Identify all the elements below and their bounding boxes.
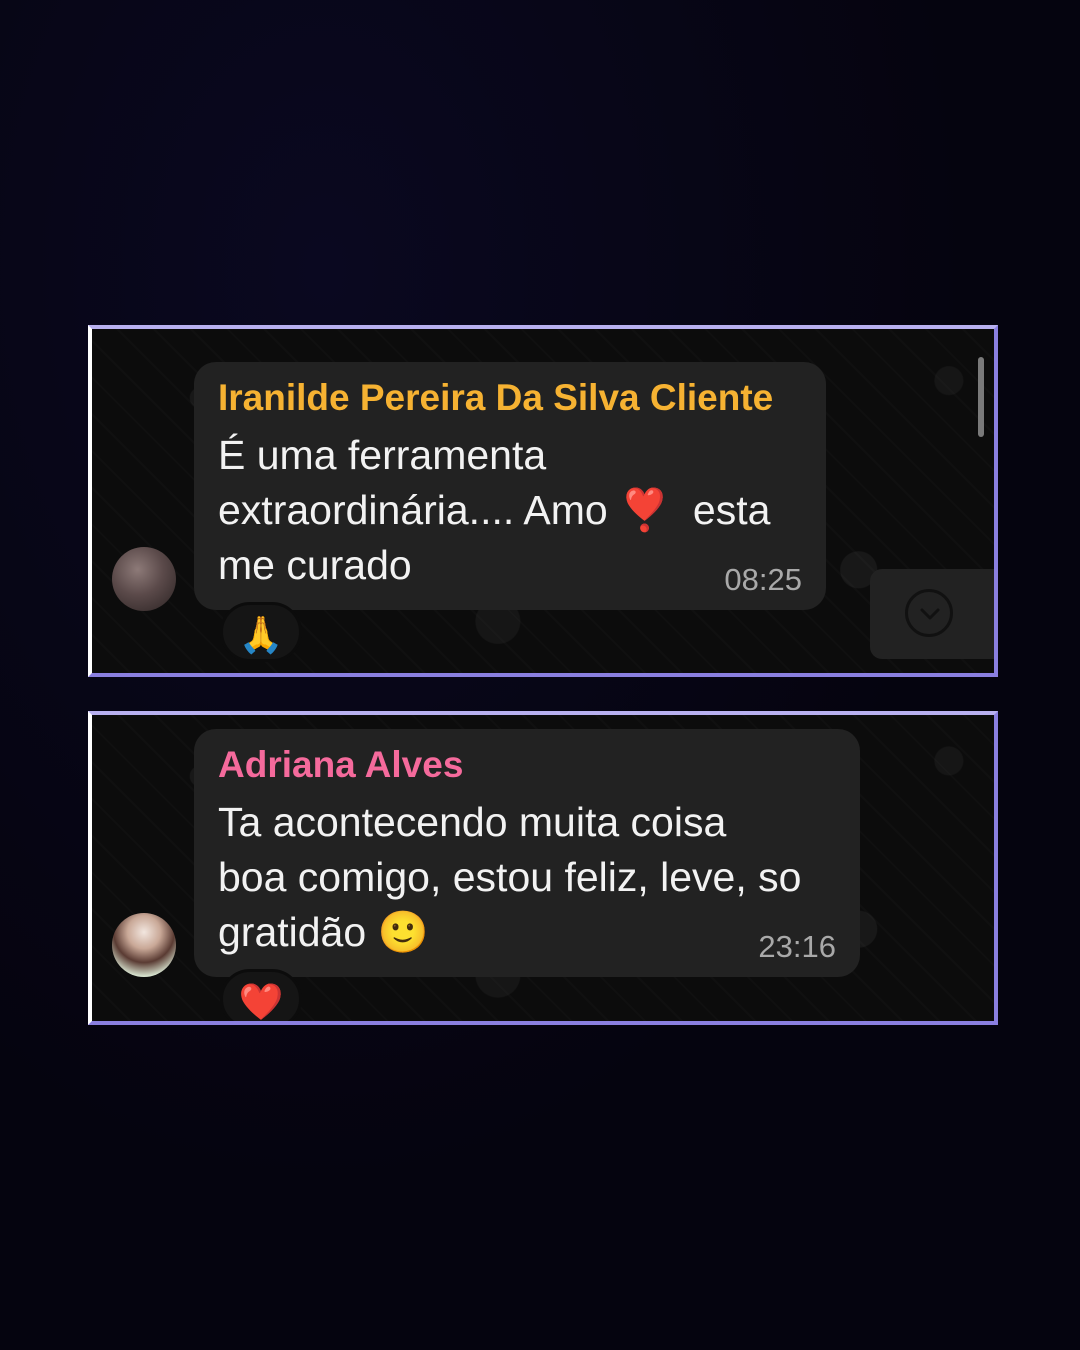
page: Iranilde Pereira Da Silva Cliente É uma … <box>0 0 1080 1350</box>
message-time: 23:16 <box>758 929 836 964</box>
scroll-to-bottom-button[interactable] <box>870 569 994 659</box>
message-bubble[interactable]: Adriana Alves Ta acontecendo muita coisa… <box>194 729 860 977</box>
message-time: 08:25 <box>724 562 802 597</box>
reaction-badge[interactable]: ❤️ <box>220 969 302 1021</box>
message-text: É uma ferramenta extraordinária.... Amo … <box>218 432 771 588</box>
message-bubble[interactable]: Iranilde Pereira Da Silva Cliente É uma … <box>194 362 826 610</box>
sender-name[interactable]: Adriana Alves <box>218 743 836 787</box>
scrollbar[interactable] <box>978 357 984 437</box>
chat-screenshot-1: Iranilde Pereira Da Silva Cliente É uma … <box>88 325 998 677</box>
avatar[interactable] <box>112 913 176 977</box>
sender-name[interactable]: Iranilde Pereira Da Silva Cliente <box>218 376 802 420</box>
avatar[interactable] <box>112 547 176 611</box>
message-text: Ta acontecendo muita coisa boa comigo, e… <box>218 799 802 955</box>
chevron-down-icon <box>905 589 953 637</box>
reaction-badge[interactable]: 🙏 <box>220 602 302 662</box>
chat-screenshot-2: Adriana Alves Ta acontecendo muita coisa… <box>88 711 998 1025</box>
